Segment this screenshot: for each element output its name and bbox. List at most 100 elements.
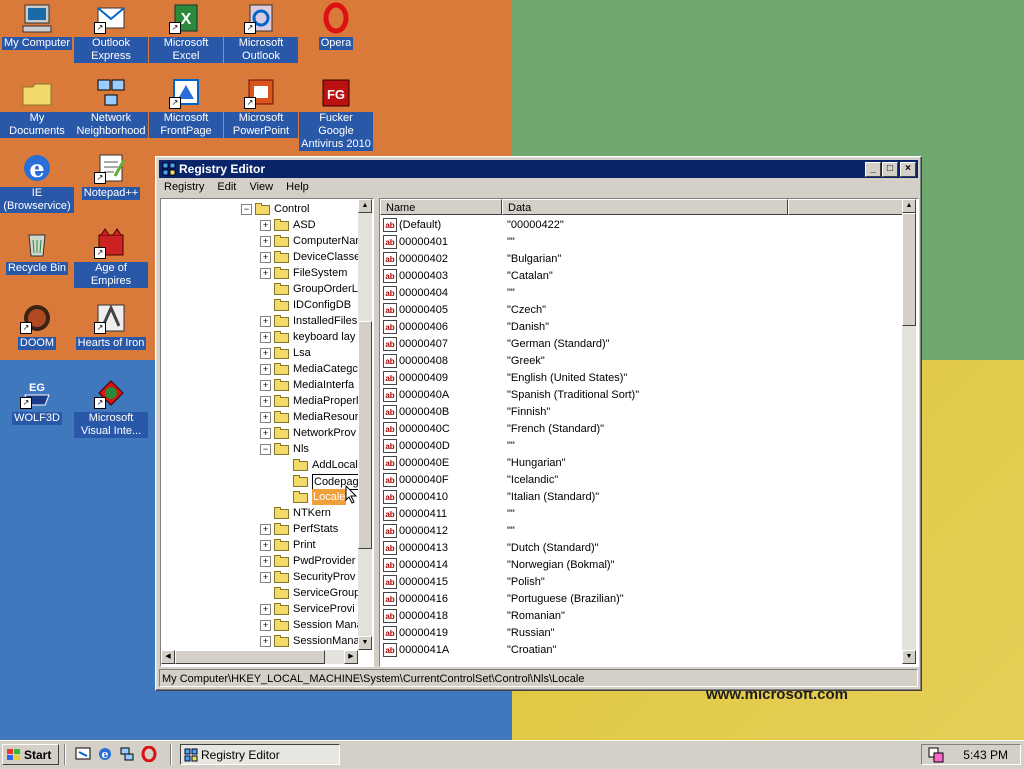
value-row[interactable]: ab 00000406 "Danish" (380, 319, 900, 336)
value-row[interactable]: ab 00000407 "German (Standard)" (380, 336, 900, 353)
value-row[interactable]: ab 00000408 "Greek" (380, 353, 900, 370)
tree-expander[interactable]: + (260, 620, 271, 631)
tree-item[interactable]: + MediaProperl (161, 393, 358, 409)
key-tree-pane[interactable]: − Control + ASD + ComputerNar + DeviceClasse + Fi… (160, 198, 374, 667)
tree-item[interactable]: + MediaCategc (161, 361, 358, 377)
value-row[interactable]: ab 00000411 "" (380, 506, 900, 523)
tree-item[interactable]: NTKern (161, 505, 358, 521)
close-button[interactable]: × (900, 162, 916, 177)
value-row[interactable]: ab 00000418 "Romanian" (380, 608, 900, 625)
tree-expander[interactable]: + (260, 412, 271, 423)
tree-item[interactable]: ServiceGroup (161, 585, 360, 601)
maximize-button[interactable]: □ (882, 162, 898, 177)
value-row[interactable]: ab 00000410 "Italian (Standard)" (380, 489, 900, 506)
value-row[interactable]: ab 0000040A "Spanish (Traditional Sort)" (380, 387, 900, 404)
menu-edit[interactable]: Edit (212, 179, 241, 195)
desktop-icon-microsoft-excel[interactable]: X ↗ Microsoft Excel (149, 2, 223, 63)
tree-item[interactable]: AddLocal (161, 457, 358, 473)
tree-item[interactable]: + FileSystem (161, 265, 358, 281)
value-row[interactable]: ab 0000040D "" (380, 438, 900, 455)
tree-expander[interactable]: + (260, 572, 271, 583)
value-row[interactable]: ab 00000404 "" (380, 285, 900, 302)
tree-expander[interactable]: + (260, 220, 271, 231)
tree-item[interactable]: − Nls (161, 441, 358, 457)
desktop-icon-age-of-empires[interactable]: ↗ Age of Empires (74, 227, 148, 288)
tree-item[interactable]: + MediaInterfa (161, 377, 358, 393)
desktop-icon-fucker-google-antivirus[interactable]: FG Fucker Google Antivirus 2010 (299, 77, 373, 151)
tree-item[interactable]: + ASD (161, 217, 358, 233)
desktop-icon-microsoft-powerpoint[interactable]: ↗ Microsoft PowerPoint (224, 77, 298, 138)
value-row[interactable]: ab 0000040E "Hungarian" (380, 455, 900, 472)
tree-expander[interactable]: − (241, 204, 252, 215)
tree-expander[interactable]: + (260, 604, 271, 615)
tree-item[interactable]: + SecurityProv (161, 569, 358, 585)
minimize-button[interactable]: _ (865, 162, 881, 177)
value-row[interactable]: ab 0000041A "Croatian" (380, 642, 900, 659)
tree-expander[interactable]: + (260, 364, 271, 375)
desktop-icon-hearts-of-iron[interactable]: ↗ Hearts of Iron (74, 302, 148, 350)
value-row[interactable]: ab (Default) "00000422" (380, 217, 900, 234)
value-row[interactable]: ab 0000040B "Finnish" (380, 404, 900, 421)
tree-vscroll[interactable]: ▲ ▼ (358, 199, 372, 650)
desktop-icon-microsoft-visual-interdev[interactable]: ↗ Microsoft Visual Inte... (74, 377, 148, 438)
tray-tasks-icon[interactable] (928, 747, 944, 763)
desktop-icon-network-neighborhood[interactable]: Network Neighborhood (74, 77, 148, 138)
list-scroll-down-button[interactable]: ▼ (902, 650, 916, 664)
tree-expander[interactable]: + (260, 268, 271, 279)
desktop-icon-wolf3d[interactable]: EG ↗ WOLF3D (0, 377, 74, 425)
registry-editor-window[interactable]: Registry Editor _ □ × Registry Edit View… (155, 156, 922, 691)
desktop-icon-outlook-express[interactable]: ↗ Outlook Express (74, 2, 148, 63)
list-scroll-up-button[interactable]: ▲ (902, 199, 916, 213)
tree-item[interactable]: Locale (161, 489, 358, 505)
column-header-data[interactable]: Data (502, 199, 788, 215)
tree-item[interactable]: + Print (161, 537, 358, 553)
tree-item[interactable]: + PwdProvider (161, 553, 358, 569)
tree-expander[interactable]: − (260, 444, 271, 455)
tree-hscroll[interactable]: ◀ ▶ (161, 650, 358, 664)
tree-expander[interactable]: + (260, 396, 271, 407)
value-row[interactable]: ab 00000401 "" (380, 234, 900, 251)
tree-expander[interactable]: + (260, 332, 271, 343)
start-button[interactable]: Start (2, 744, 59, 765)
tree-scroll-up-button[interactable]: ▲ (358, 199, 372, 213)
tree-scroll-thumb[interactable] (358, 321, 372, 549)
value-row[interactable]: ab 00000415 "Polish" (380, 574, 900, 591)
taskbar-item-registry-editor[interactable]: Registry Editor (180, 744, 340, 765)
menu-registry[interactable]: Registry (159, 179, 209, 195)
tree-hscroll-thumb[interactable] (175, 650, 325, 664)
tree-item[interactable]: Codepage (161, 473, 367, 490)
menu-help[interactable]: Help (281, 179, 314, 195)
tree-item[interactable]: + InstalledFiles (161, 313, 358, 329)
tree-item[interactable]: + DeviceClasse (161, 249, 360, 265)
tree-item[interactable]: + MediaResour (161, 409, 358, 425)
value-row[interactable]: ab 00000416 "Portuguese (Brazilian)" (380, 591, 900, 608)
opera-icon[interactable] (141, 746, 157, 762)
value-row[interactable]: ab 00000405 "Czech" (380, 302, 900, 319)
tree-expander[interactable]: + (260, 236, 271, 247)
column-header-empty[interactable] (788, 199, 903, 215)
tree-expander[interactable]: + (260, 636, 271, 647)
clock[interactable]: 5:43 PM (963, 748, 1008, 762)
title-bar[interactable]: Registry Editor _ □ × (159, 160, 918, 178)
value-row[interactable]: ab 00000402 "Bulgarian" (380, 251, 900, 268)
desktop-icon-opera[interactable]: Opera (299, 2, 373, 50)
internet-explorer-icon[interactable]: e (97, 746, 113, 762)
desktop-icon-doom[interactable]: ↗ DOOM (0, 302, 74, 350)
tree-expander[interactable]: + (260, 556, 271, 567)
show-desktop-icon[interactable] (75, 746, 91, 762)
desktop-icon-my-documents[interactable]: My Documents (0, 77, 74, 138)
values-list-pane[interactable]: Name Data ab (Default) "00000422" ab 0000040… (379, 198, 919, 667)
tree-expander[interactable]: + (260, 428, 271, 439)
tree-expander[interactable]: + (260, 540, 271, 551)
value-row[interactable]: ab 00000403 "Catalan" (380, 268, 900, 285)
tree-scroll-down-button[interactable]: ▼ (358, 636, 372, 650)
value-row[interactable]: ab 00000413 "Dutch (Standard)" (380, 540, 900, 557)
desktop-icon-internet-explorer[interactable]: e IE (Browservice) (0, 152, 74, 213)
column-header-name[interactable]: Name (380, 199, 502, 215)
menu-view[interactable]: View (244, 179, 278, 195)
tree-scroll-right-button[interactable]: ▶ (344, 650, 358, 664)
tree-item[interactable]: + ServiceProvi (161, 601, 358, 617)
desktop-icon-recycle-bin[interactable]: Recycle Bin (0, 227, 74, 275)
value-row[interactable]: ab 00000412 "" (380, 523, 900, 540)
value-row[interactable]: ab 0000040F "Icelandic" (380, 472, 900, 489)
